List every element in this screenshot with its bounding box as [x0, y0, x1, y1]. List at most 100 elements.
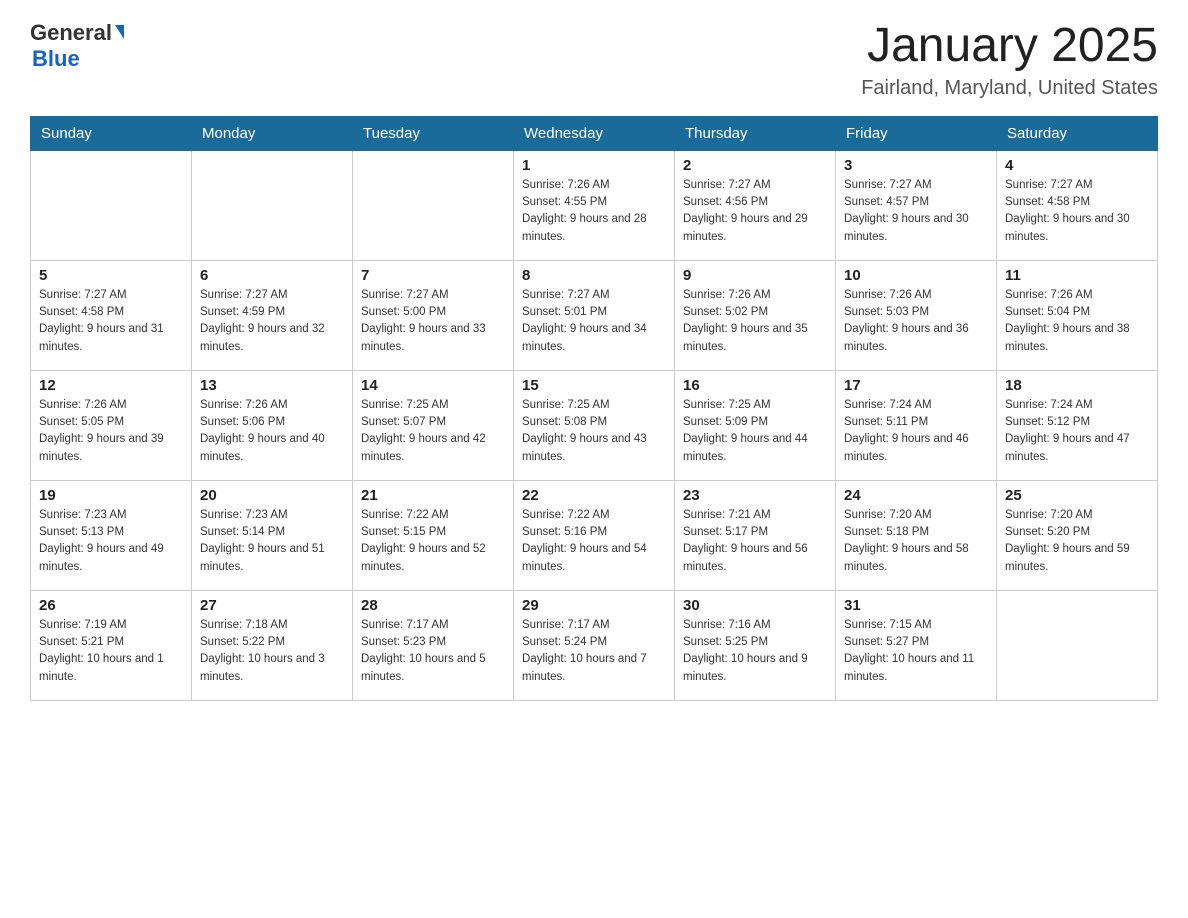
day-info: Sunrise: 7:15 AMSunset: 5:27 PMDaylight:…: [844, 617, 988, 686]
table-row: 29 Sunrise: 7:17 AMSunset: 5:24 PMDayligh…: [514, 590, 675, 700]
day-info: Sunrise: 7:27 AMSunset: 4:57 PMDaylight:…: [844, 177, 988, 246]
day-info: Sunrise: 7:20 AMSunset: 5:18 PMDaylight:…: [844, 507, 988, 576]
day-info: Sunrise: 7:26 AMSunset: 5:06 PMDaylight:…: [200, 397, 344, 466]
page-header: General Blue January 2025 Fairland, Mary…: [30, 20, 1158, 100]
day-info: Sunrise: 7:27 AMSunset: 4:58 PMDaylight:…: [39, 287, 183, 356]
day-info: Sunrise: 7:17 AMSunset: 5:23 PMDaylight:…: [361, 617, 505, 686]
day-info: Sunrise: 7:23 AMSunset: 5:14 PMDaylight:…: [200, 507, 344, 576]
table-row: [353, 150, 514, 260]
table-row: [997, 590, 1158, 700]
day-number: 13: [200, 377, 344, 394]
col-sunday: Sunday: [31, 116, 192, 150]
calendar-week-row: 19 Sunrise: 7:23 AMSunset: 5:13 PMDayligh…: [31, 480, 1158, 590]
day-info: Sunrise: 7:25 AMSunset: 5:08 PMDaylight:…: [522, 397, 666, 466]
calendar-week-row: 12Sunrise: 7:26 AMSunset: 5:05 PMDayligh…: [31, 370, 1158, 480]
day-info: Sunrise: 7:27 AMSunset: 4:59 PMDaylight:…: [200, 287, 344, 356]
table-row: 15 Sunrise: 7:25 AMSunset: 5:08 PMDayligh…: [514, 370, 675, 480]
day-info: Sunrise: 7:17 AMSunset: 5:24 PMDaylight:…: [522, 617, 666, 686]
table-row: 7 Sunrise: 7:27 AMSunset: 5:00 PMDaylight…: [353, 260, 514, 370]
table-row: 12Sunrise: 7:26 AMSunset: 5:05 PMDayligh…: [31, 370, 192, 480]
day-number: 22: [522, 487, 666, 504]
day-info: Sunrise: 7:27 AMSunset: 4:56 PMDaylight:…: [683, 177, 827, 246]
day-info: Sunrise: 7:26 AMSunset: 5:02 PMDaylight:…: [683, 287, 827, 356]
calendar-table: Sunday Monday Tuesday Wednesday Thursday…: [30, 116, 1158, 701]
day-info: Sunrise: 7:23 AMSunset: 5:13 PMDaylight:…: [39, 507, 183, 576]
table-row: 21Sunrise: 7:22 AMSunset: 5:15 PMDayligh…: [353, 480, 514, 590]
day-number: 20: [200, 487, 344, 504]
table-row: 2 Sunrise: 7:27 AMSunset: 4:56 PMDaylight…: [675, 150, 836, 260]
table-row: [192, 150, 353, 260]
table-row: 30 Sunrise: 7:16 AMSunset: 5:25 PMDayligh…: [675, 590, 836, 700]
table-row: 25 Sunrise: 7:20 AMSunset: 5:20 PMDayligh…: [997, 480, 1158, 590]
day-number: 30: [683, 597, 827, 614]
table-row: [31, 150, 192, 260]
table-row: 5 Sunrise: 7:27 AMSunset: 4:58 PMDaylight…: [31, 260, 192, 370]
day-number: 15: [522, 377, 666, 394]
day-number: 18: [1005, 377, 1149, 394]
day-number: 31: [844, 597, 988, 614]
day-info: Sunrise: 7:26 AMSunset: 5:04 PMDaylight:…: [1005, 287, 1149, 356]
table-row: 20 Sunrise: 7:23 AMSunset: 5:14 PMDayligh…: [192, 480, 353, 590]
table-row: 23Sunrise: 7:21 AMSunset: 5:17 PMDayligh…: [675, 480, 836, 590]
day-info: Sunrise: 7:22 AMSunset: 5:15 PMDaylight:…: [361, 507, 505, 576]
table-row: 11 Sunrise: 7:26 AMSunset: 5:04 PMDayligh…: [997, 260, 1158, 370]
calendar-week-row: 1 Sunrise: 7:26 AMSunset: 4:55 PMDaylight…: [31, 150, 1158, 260]
table-row: 19 Sunrise: 7:23 AMSunset: 5:13 PMDayligh…: [31, 480, 192, 590]
day-info: Sunrise: 7:26 AMSunset: 4:55 PMDaylight:…: [522, 177, 666, 246]
table-row: 3 Sunrise: 7:27 AMSunset: 4:57 PMDaylight…: [836, 150, 997, 260]
table-row: 24Sunrise: 7:20 AMSunset: 5:18 PMDayligh…: [836, 480, 997, 590]
day-number: 3: [844, 157, 988, 174]
day-number: 11: [1005, 267, 1149, 284]
title-block: January 2025 Fairland, Maryland, United …: [861, 20, 1158, 100]
col-monday: Monday: [192, 116, 353, 150]
logo: General Blue: [30, 20, 124, 72]
day-number: 1: [522, 157, 666, 174]
day-info: Sunrise: 7:24 AMSunset: 5:11 PMDaylight:…: [844, 397, 988, 466]
logo-arrow-icon: [115, 25, 124, 39]
day-number: 8: [522, 267, 666, 284]
calendar-week-row: 5 Sunrise: 7:27 AMSunset: 4:58 PMDaylight…: [31, 260, 1158, 370]
table-row: 27Sunrise: 7:18 AMSunset: 5:22 PMDayligh…: [192, 590, 353, 700]
day-number: 27: [200, 597, 344, 614]
calendar-header-row: Sunday Monday Tuesday Wednesday Thursday…: [31, 116, 1158, 150]
day-number: 19: [39, 487, 183, 504]
day-number: 10: [844, 267, 988, 284]
table-row: 10Sunrise: 7:26 AMSunset: 5:03 PMDayligh…: [836, 260, 997, 370]
day-info: Sunrise: 7:20 AMSunset: 5:20 PMDaylight:…: [1005, 507, 1149, 576]
table-row: 14 Sunrise: 7:25 AMSunset: 5:07 PMDayligh…: [353, 370, 514, 480]
day-info: Sunrise: 7:25 AMSunset: 5:09 PMDaylight:…: [683, 397, 827, 466]
col-wednesday: Wednesday: [514, 116, 675, 150]
day-number: 29: [522, 597, 666, 614]
day-number: 9: [683, 267, 827, 284]
day-number: 14: [361, 377, 505, 394]
table-row: 22Sunrise: 7:22 AMSunset: 5:16 PMDayligh…: [514, 480, 675, 590]
table-row: 13 Sunrise: 7:26 AMSunset: 5:06 PMDayligh…: [192, 370, 353, 480]
day-info: Sunrise: 7:27 AMSunset: 5:00 PMDaylight:…: [361, 287, 505, 356]
calendar-week-row: 26 Sunrise: 7:19 AMSunset: 5:21 PMDayligh…: [31, 590, 1158, 700]
day-number: 25: [1005, 487, 1149, 504]
table-row: 4Sunrise: 7:27 AMSunset: 4:58 PMDaylight…: [997, 150, 1158, 260]
day-number: 12: [39, 377, 183, 394]
day-number: 28: [361, 597, 505, 614]
day-info: Sunrise: 7:27 AMSunset: 5:01 PMDaylight:…: [522, 287, 666, 356]
day-number: 16: [683, 377, 827, 394]
day-number: 6: [200, 267, 344, 284]
col-friday: Friday: [836, 116, 997, 150]
day-number: 7: [361, 267, 505, 284]
day-info: Sunrise: 7:19 AMSunset: 5:21 PMDaylight:…: [39, 617, 183, 686]
table-row: 17Sunrise: 7:24 AMSunset: 5:11 PMDayligh…: [836, 370, 997, 480]
table-row: 8 Sunrise: 7:27 AMSunset: 5:01 PMDaylight…: [514, 260, 675, 370]
day-info: Sunrise: 7:27 AMSunset: 4:58 PMDaylight:…: [1005, 177, 1149, 246]
table-row: 26 Sunrise: 7:19 AMSunset: 5:21 PMDayligh…: [31, 590, 192, 700]
day-number: 5: [39, 267, 183, 284]
logo-blue-text: Blue: [32, 46, 80, 72]
day-info: Sunrise: 7:25 AMSunset: 5:07 PMDaylight:…: [361, 397, 505, 466]
day-info: Sunrise: 7:21 AMSunset: 5:17 PMDaylight:…: [683, 507, 827, 576]
page-title: January 2025: [861, 20, 1158, 73]
table-row: 9 Sunrise: 7:26 AMSunset: 5:02 PMDaylight…: [675, 260, 836, 370]
day-number: 26: [39, 597, 183, 614]
table-row: 6 Sunrise: 7:27 AMSunset: 4:59 PMDaylight…: [192, 260, 353, 370]
day-info: Sunrise: 7:16 AMSunset: 5:25 PMDaylight:…: [683, 617, 827, 686]
page-location: Fairland, Maryland, United States: [861, 77, 1158, 100]
day-number: 2: [683, 157, 827, 174]
